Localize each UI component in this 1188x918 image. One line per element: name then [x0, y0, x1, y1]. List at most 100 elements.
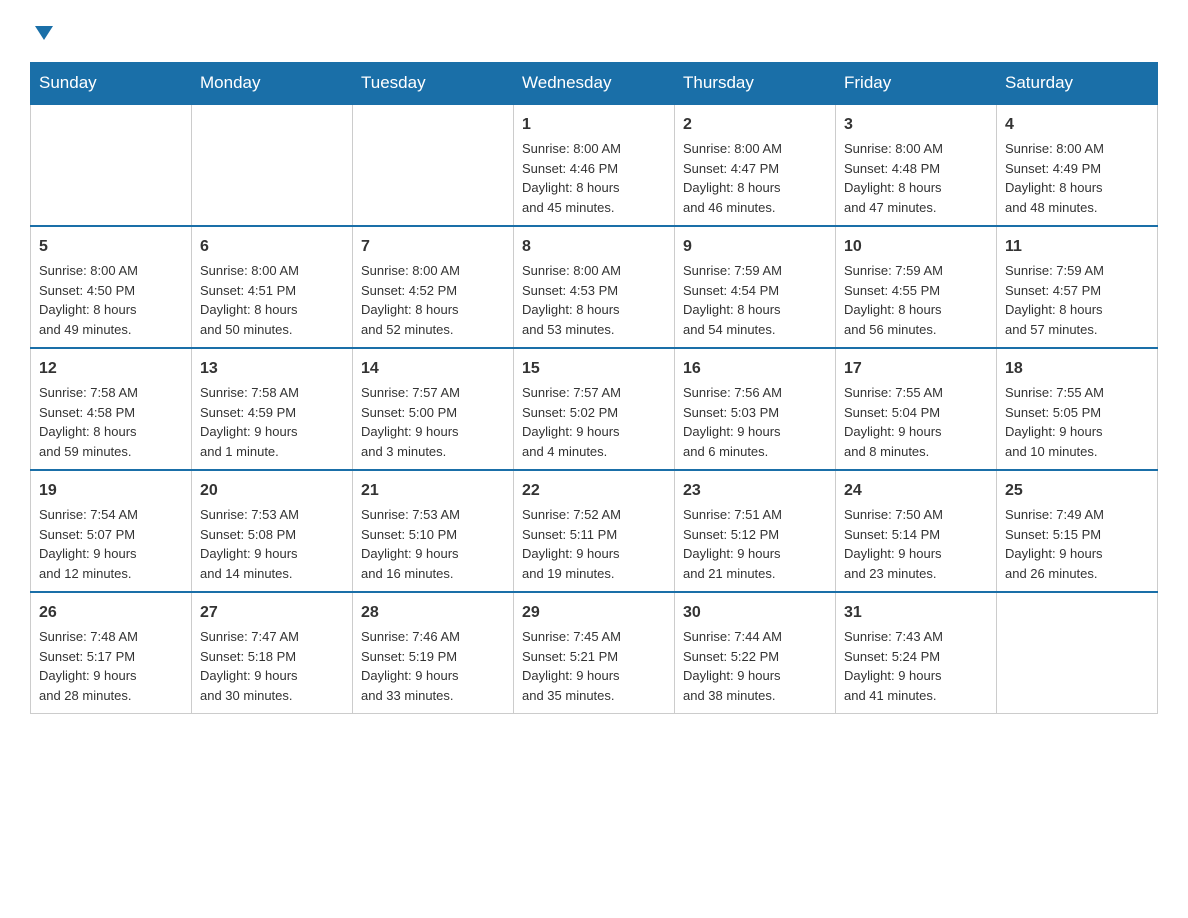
day-info: Sunrise: 7:54 AM Sunset: 5:07 PM Dayligh…	[39, 505, 183, 583]
calendar-week-row: 5Sunrise: 8:00 AM Sunset: 4:50 PM Daylig…	[31, 226, 1158, 348]
calendar-cell: 9Sunrise: 7:59 AM Sunset: 4:54 PM Daylig…	[675, 226, 836, 348]
day-info: Sunrise: 8:00 AM Sunset: 4:51 PM Dayligh…	[200, 261, 344, 339]
calendar-cell: 25Sunrise: 7:49 AM Sunset: 5:15 PM Dayli…	[997, 470, 1158, 592]
calendar-header-thursday: Thursday	[675, 63, 836, 105]
day-info: Sunrise: 7:58 AM Sunset: 4:58 PM Dayligh…	[39, 383, 183, 461]
day-info: Sunrise: 8:00 AM Sunset: 4:52 PM Dayligh…	[361, 261, 505, 339]
calendar-cell	[997, 592, 1158, 714]
day-number: 13	[200, 357, 344, 381]
calendar-cell: 19Sunrise: 7:54 AM Sunset: 5:07 PM Dayli…	[31, 470, 192, 592]
day-info: Sunrise: 7:53 AM Sunset: 5:10 PM Dayligh…	[361, 505, 505, 583]
calendar-cell: 6Sunrise: 8:00 AM Sunset: 4:51 PM Daylig…	[192, 226, 353, 348]
calendar-cell: 15Sunrise: 7:57 AM Sunset: 5:02 PM Dayli…	[514, 348, 675, 470]
calendar-header-wednesday: Wednesday	[514, 63, 675, 105]
day-info: Sunrise: 7:57 AM Sunset: 5:02 PM Dayligh…	[522, 383, 666, 461]
calendar-week-row: 26Sunrise: 7:48 AM Sunset: 5:17 PM Dayli…	[31, 592, 1158, 714]
calendar-header-row: SundayMondayTuesdayWednesdayThursdayFrid…	[31, 63, 1158, 105]
day-info: Sunrise: 8:00 AM Sunset: 4:48 PM Dayligh…	[844, 139, 988, 217]
day-info: Sunrise: 7:49 AM Sunset: 5:15 PM Dayligh…	[1005, 505, 1149, 583]
calendar-cell	[31, 104, 192, 226]
day-number: 27	[200, 601, 344, 625]
day-info: Sunrise: 7:55 AM Sunset: 5:04 PM Dayligh…	[844, 383, 988, 461]
day-number: 2	[683, 113, 827, 137]
calendar-cell: 10Sunrise: 7:59 AM Sunset: 4:55 PM Dayli…	[836, 226, 997, 348]
page-header	[30, 20, 1158, 42]
calendar-cell: 22Sunrise: 7:52 AM Sunset: 5:11 PM Dayli…	[514, 470, 675, 592]
day-number: 3	[844, 113, 988, 137]
day-info: Sunrise: 7:56 AM Sunset: 5:03 PM Dayligh…	[683, 383, 827, 461]
logo	[30, 20, 55, 42]
day-number: 21	[361, 479, 505, 503]
calendar-cell: 3Sunrise: 8:00 AM Sunset: 4:48 PM Daylig…	[836, 104, 997, 226]
calendar-week-row: 19Sunrise: 7:54 AM Sunset: 5:07 PM Dayli…	[31, 470, 1158, 592]
day-info: Sunrise: 8:00 AM Sunset: 4:50 PM Dayligh…	[39, 261, 183, 339]
day-number: 8	[522, 235, 666, 259]
day-number: 15	[522, 357, 666, 381]
day-number: 26	[39, 601, 183, 625]
day-info: Sunrise: 8:00 AM Sunset: 4:53 PM Dayligh…	[522, 261, 666, 339]
day-number: 28	[361, 601, 505, 625]
day-info: Sunrise: 7:43 AM Sunset: 5:24 PM Dayligh…	[844, 627, 988, 705]
calendar-cell: 16Sunrise: 7:56 AM Sunset: 5:03 PM Dayli…	[675, 348, 836, 470]
calendar-cell: 24Sunrise: 7:50 AM Sunset: 5:14 PM Dayli…	[836, 470, 997, 592]
day-number: 23	[683, 479, 827, 503]
day-number: 10	[844, 235, 988, 259]
calendar-cell	[192, 104, 353, 226]
day-info: Sunrise: 7:45 AM Sunset: 5:21 PM Dayligh…	[522, 627, 666, 705]
day-number: 18	[1005, 357, 1149, 381]
day-number: 30	[683, 601, 827, 625]
calendar-header-friday: Friday	[836, 63, 997, 105]
calendar-cell: 21Sunrise: 7:53 AM Sunset: 5:10 PM Dayli…	[353, 470, 514, 592]
calendar-cell: 7Sunrise: 8:00 AM Sunset: 4:52 PM Daylig…	[353, 226, 514, 348]
day-info: Sunrise: 8:00 AM Sunset: 4:47 PM Dayligh…	[683, 139, 827, 217]
day-number: 5	[39, 235, 183, 259]
day-number: 31	[844, 601, 988, 625]
logo-arrow-icon	[30, 20, 55, 47]
day-info: Sunrise: 7:59 AM Sunset: 4:57 PM Dayligh…	[1005, 261, 1149, 339]
day-number: 12	[39, 357, 183, 381]
calendar-cell: 23Sunrise: 7:51 AM Sunset: 5:12 PM Dayli…	[675, 470, 836, 592]
day-info: Sunrise: 7:44 AM Sunset: 5:22 PM Dayligh…	[683, 627, 827, 705]
calendar-cell: 27Sunrise: 7:47 AM Sunset: 5:18 PM Dayli…	[192, 592, 353, 714]
calendar-header-monday: Monday	[192, 63, 353, 105]
calendar-cell: 17Sunrise: 7:55 AM Sunset: 5:04 PM Dayli…	[836, 348, 997, 470]
calendar-week-row: 12Sunrise: 7:58 AM Sunset: 4:58 PM Dayli…	[31, 348, 1158, 470]
day-number: 1	[522, 113, 666, 137]
calendar-cell: 20Sunrise: 7:53 AM Sunset: 5:08 PM Dayli…	[192, 470, 353, 592]
day-info: Sunrise: 7:48 AM Sunset: 5:17 PM Dayligh…	[39, 627, 183, 705]
day-number: 20	[200, 479, 344, 503]
day-info: Sunrise: 7:58 AM Sunset: 4:59 PM Dayligh…	[200, 383, 344, 461]
day-info: Sunrise: 7:52 AM Sunset: 5:11 PM Dayligh…	[522, 505, 666, 583]
day-info: Sunrise: 8:00 AM Sunset: 4:49 PM Dayligh…	[1005, 139, 1149, 217]
day-info: Sunrise: 7:50 AM Sunset: 5:14 PM Dayligh…	[844, 505, 988, 583]
day-number: 17	[844, 357, 988, 381]
day-number: 25	[1005, 479, 1149, 503]
day-info: Sunrise: 8:00 AM Sunset: 4:46 PM Dayligh…	[522, 139, 666, 217]
day-number: 22	[522, 479, 666, 503]
day-number: 6	[200, 235, 344, 259]
day-number: 7	[361, 235, 505, 259]
day-info: Sunrise: 7:47 AM Sunset: 5:18 PM Dayligh…	[200, 627, 344, 705]
calendar-cell: 29Sunrise: 7:45 AM Sunset: 5:21 PM Dayli…	[514, 592, 675, 714]
calendar-cell: 2Sunrise: 8:00 AM Sunset: 4:47 PM Daylig…	[675, 104, 836, 226]
day-number: 14	[361, 357, 505, 381]
day-info: Sunrise: 7:51 AM Sunset: 5:12 PM Dayligh…	[683, 505, 827, 583]
calendar-cell: 11Sunrise: 7:59 AM Sunset: 4:57 PM Dayli…	[997, 226, 1158, 348]
calendar-header-tuesday: Tuesday	[353, 63, 514, 105]
calendar-cell: 18Sunrise: 7:55 AM Sunset: 5:05 PM Dayli…	[997, 348, 1158, 470]
calendar-cell: 13Sunrise: 7:58 AM Sunset: 4:59 PM Dayli…	[192, 348, 353, 470]
calendar-cell: 30Sunrise: 7:44 AM Sunset: 5:22 PM Dayli…	[675, 592, 836, 714]
day-info: Sunrise: 7:55 AM Sunset: 5:05 PM Dayligh…	[1005, 383, 1149, 461]
calendar-cell: 26Sunrise: 7:48 AM Sunset: 5:17 PM Dayli…	[31, 592, 192, 714]
calendar-cell: 31Sunrise: 7:43 AM Sunset: 5:24 PM Dayli…	[836, 592, 997, 714]
calendar-cell: 8Sunrise: 8:00 AM Sunset: 4:53 PM Daylig…	[514, 226, 675, 348]
calendar-cell: 5Sunrise: 8:00 AM Sunset: 4:50 PM Daylig…	[31, 226, 192, 348]
day-number: 11	[1005, 235, 1149, 259]
calendar-cell: 28Sunrise: 7:46 AM Sunset: 5:19 PM Dayli…	[353, 592, 514, 714]
day-number: 24	[844, 479, 988, 503]
day-info: Sunrise: 7:46 AM Sunset: 5:19 PM Dayligh…	[361, 627, 505, 705]
day-info: Sunrise: 7:53 AM Sunset: 5:08 PM Dayligh…	[200, 505, 344, 583]
day-info: Sunrise: 7:59 AM Sunset: 4:54 PM Dayligh…	[683, 261, 827, 339]
calendar-header-sunday: Sunday	[31, 63, 192, 105]
calendar-week-row: 1Sunrise: 8:00 AM Sunset: 4:46 PM Daylig…	[31, 104, 1158, 226]
